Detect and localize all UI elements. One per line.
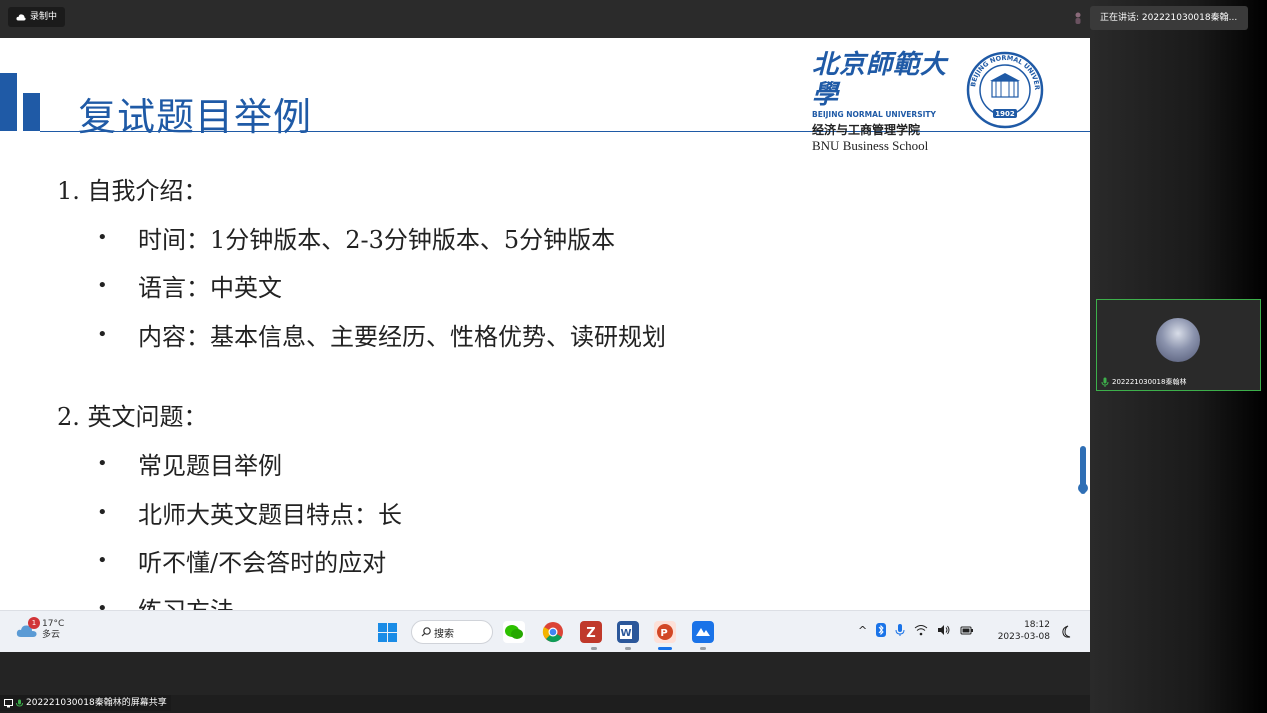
bullet-icon: • <box>97 502 108 523</box>
weather-widget[interactable]: 1 17°C 多云 <box>16 617 64 641</box>
chrome-icon[interactable] <box>542 621 564 643</box>
running-indicator <box>625 647 631 650</box>
bullet-icon: • <box>97 453 108 474</box>
search-icon <box>421 627 431 637</box>
bullet-icon: • <box>97 275 108 296</box>
recording-indicator[interactable]: 录制中 <box>8 7 66 27</box>
meeting-bottom-area <box>0 652 1090 695</box>
running-indicator <box>700 647 706 650</box>
section-heading-1: 1. 自我介绍： <box>57 177 208 205</box>
participant-name-label: 202221030018秦翰林 <box>1101 376 1186 388</box>
bullet-icon: • <box>97 324 108 345</box>
speaker-avatar-icon <box>1075 12 1081 24</box>
clock-time: 18:12 <box>1024 620 1050 630</box>
taskbar-search[interactable]: 搜索 <box>411 620 493 644</box>
speaking-indicator: 正在讲话: 202221030018秦翰... <box>1090 6 1248 30</box>
svg-text:Z: Z <box>586 626 595 641</box>
section-heading-2: 2. 英文问题： <box>57 403 208 431</box>
system-tray: ^ <box>858 623 974 637</box>
wifi-icon[interactable] <box>914 624 928 636</box>
slide-content: 1. 自我介绍： • 时间：1分钟版本、2-3分钟版本、5分钟版本 • 语言：中英文… <box>0 38 1090 610</box>
bluetooth-icon[interactable] <box>876 623 887 637</box>
windows-start-icon[interactable] <box>378 623 397 642</box>
search-label: 搜索 <box>434 628 454 640</box>
bullet-icon: • <box>97 227 108 248</box>
screen-share-label: 202221030018秦翰林的屏幕共享 <box>0 695 171 711</box>
windows-taskbar: 1 17°C 多云 搜索 Z W P ^ 18:12 2023-03-08 <box>0 610 1090 652</box>
participant-name: 202221030018秦翰林 <box>1112 378 1187 386</box>
battery-charging-icon[interactable] <box>960 624 974 636</box>
powerpoint-icon[interactable]: P <box>654 621 676 643</box>
tencent-meeting-icon[interactable] <box>692 621 714 643</box>
list-item: • 常见题目举例 <box>97 452 282 480</box>
list-item: • 时间：1分钟版本、2-3分钟版本、5分钟版本 <box>97 226 616 254</box>
list-item: • 北师大英文题目特点：长 <box>97 501 402 529</box>
active-app-indicator <box>658 647 672 650</box>
clock-date: 2023-03-08 <box>997 632 1050 642</box>
shared-slide: 复试题目举例 北京師範大學 BEIJING NORMAL UNIVERSITY … <box>0 38 1090 610</box>
bullet-icon: • <box>97 550 108 571</box>
svg-text:P: P <box>660 628 667 639</box>
list-item: • 听不懂/不会答时的应对 <box>97 549 387 577</box>
focus-moon-icon[interactable] <box>1060 625 1072 639</box>
share-owner-label: 202221030018秦翰林的屏幕共享 <box>26 698 167 708</box>
avatar <box>1156 318 1200 362</box>
tray-overflow-chevron-icon[interactable]: ^ <box>858 624 867 637</box>
participant-video-tile[interactable]: 202221030018秦翰林 <box>1096 299 1261 391</box>
list-item: •练习方法 <box>97 591 234 610</box>
weather-desc: 多云 <box>42 630 61 640</box>
system-clock[interactable]: 18:12 2023-03-08 <box>996 619 1050 643</box>
running-indicator <box>591 647 597 650</box>
list-item: • 内容：基本信息、主要经历、性格优势、读研规划 <box>97 323 666 351</box>
weather-badge: 1 <box>28 617 40 629</box>
volume-icon[interactable] <box>937 624 951 636</box>
wechat-icon[interactable] <box>503 621 525 643</box>
microphone-icon[interactable] <box>895 623 905 637</box>
microphone-icon <box>16 699 23 707</box>
svg-text:W: W <box>620 628 631 639</box>
word-icon[interactable]: W <box>617 621 639 643</box>
weather-info: 17°C 多云 <box>42 619 64 641</box>
weather-temp: 17°C <box>42 619 65 629</box>
recording-label: 录制中 <box>30 12 58 22</box>
cloud-record-icon <box>16 14 26 21</box>
screen-share-icon <box>4 698 13 707</box>
bullet-icon: • <box>97 598 108 610</box>
scrollbar-knob[interactable] <box>1078 483 1088 493</box>
zotero-icon[interactable]: Z <box>580 621 602 643</box>
microphone-icon <box>1101 377 1109 387</box>
meeting-top-bar: 录制中 <box>0 0 1090 38</box>
list-item: • 语言：中英文 <box>97 274 282 302</box>
meeting-window: 录制中 正在讲话: 202221030018秦翰... 202221030018… <box>0 0 1267 713</box>
